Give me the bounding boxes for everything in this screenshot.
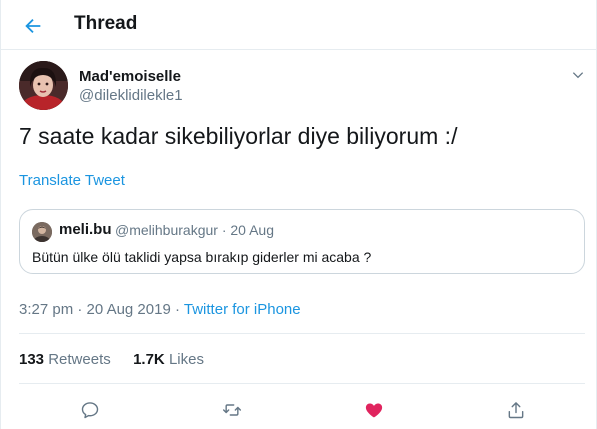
retweet-icon	[222, 404, 242, 416]
like-button[interactable]	[360, 396, 388, 424]
quoted-text: Bütün ülke ölü taklidi yapsa bırakıp gid…	[32, 249, 372, 265]
quoted-author-name: meli.bu	[59, 221, 112, 238]
quoted-author-handle: @melihburakgur	[115, 222, 218, 238]
chevron-down-icon	[572, 72, 584, 79]
tweet-actions	[1, 392, 597, 428]
back-button[interactable]	[15, 8, 51, 44]
retweets-stat[interactable]: 133 Retweets	[19, 351, 111, 368]
tweet-source-link[interactable]: Twitter for iPhone	[184, 301, 301, 318]
heart-icon	[365, 403, 383, 418]
author-avatar[interactable]	[19, 61, 68, 110]
divider	[19, 333, 585, 334]
tweet-date[interactable]: 20 Aug 2019	[87, 301, 171, 318]
retweet-button[interactable]	[218, 396, 246, 424]
tweet-text: 7 saate kadar sikebiliyorlar diye biliyo…	[19, 123, 458, 149]
meta-separator: ·	[174, 301, 180, 318]
share-button[interactable]	[502, 396, 530, 424]
thread-page: Thread Mad'emoiselle @dileklidilekle1 7 …	[0, 0, 597, 429]
quoted-date: 20 Aug	[230, 222, 274, 238]
quoted-tweet[interactable]: meli.bu @melihburakgur · 20 Aug Bütün ül…	[19, 209, 585, 274]
quoted-avatar	[32, 222, 52, 242]
reply-button[interactable]	[76, 396, 104, 424]
arrow-left-icon	[25, 18, 41, 34]
author-handle[interactable]: @dileklidilekle1	[79, 87, 183, 104]
quoted-separator: ·	[221, 222, 227, 238]
author-name[interactable]: Mad'emoiselle	[79, 68, 181, 85]
reply-icon	[81, 402, 99, 419]
retweets-label: Retweets	[48, 351, 111, 368]
thread-header: Thread	[1, 0, 597, 50]
tweet-time[interactable]: 3:27 pm	[19, 301, 73, 318]
divider	[19, 383, 585, 384]
page-title: Thread	[74, 13, 138, 34]
share-icon	[508, 402, 524, 419]
quoted-meta: @melihburakgur · 20 Aug	[115, 222, 274, 238]
tweet-meta: 3:27 pm · 20 Aug 2019 · Twitter for iPho…	[19, 301, 301, 318]
retweets-count: 133	[19, 351, 45, 368]
likes-stat[interactable]: 1.7K Likes	[133, 351, 204, 368]
tweet-stats: 133 Retweets 1.7K Likes	[19, 351, 204, 368]
meta-separator: ·	[77, 301, 83, 318]
tweet-menu-button[interactable]	[567, 64, 589, 86]
likes-count: 1.7K	[133, 351, 165, 368]
translate-tweet-link[interactable]: Translate Tweet	[19, 172, 125, 189]
likes-label: Likes	[168, 351, 204, 368]
